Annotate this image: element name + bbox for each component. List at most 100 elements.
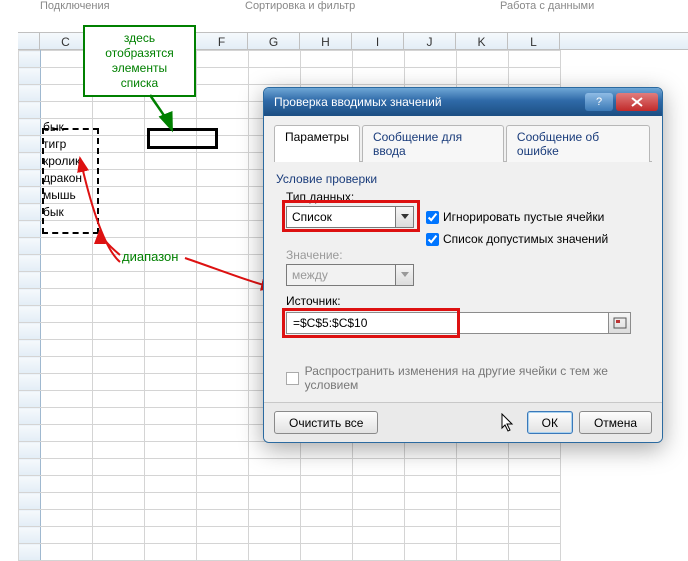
cell[interactable] <box>93 221 145 238</box>
col-header[interactable]: L <box>508 33 560 49</box>
cell[interactable] <box>457 459 509 476</box>
cell[interactable]: дракон <box>41 170 93 187</box>
ignore-blank-input[interactable] <box>426 211 439 224</box>
cell[interactable] <box>197 187 249 204</box>
cell[interactable] <box>197 68 249 85</box>
cell[interactable] <box>249 68 301 85</box>
cell[interactable] <box>41 306 93 323</box>
cell[interactable] <box>145 272 197 289</box>
cell[interactable] <box>197 221 249 238</box>
cell[interactable] <box>197 204 249 221</box>
cell[interactable] <box>457 68 509 85</box>
cell[interactable] <box>197 476 249 493</box>
cell[interactable] <box>197 136 249 153</box>
cell[interactable] <box>509 68 561 85</box>
cell[interactable] <box>93 170 145 187</box>
cell[interactable] <box>353 68 405 85</box>
cell[interactable] <box>353 493 405 510</box>
cell[interactable] <box>301 510 353 527</box>
col-header[interactable]: I <box>352 33 404 49</box>
cell[interactable] <box>197 340 249 357</box>
clear-all-button[interactable]: Очистить все <box>274 411 378 434</box>
cell[interactable] <box>93 306 145 323</box>
cell[interactable] <box>145 136 197 153</box>
cell[interactable] <box>93 510 145 527</box>
cell[interactable] <box>41 408 93 425</box>
cell[interactable] <box>197 51 249 68</box>
cell[interactable] <box>41 255 93 272</box>
cell[interactable] <box>197 527 249 544</box>
ok-button[interactable]: ОК <box>527 411 573 434</box>
cell[interactable] <box>145 425 197 442</box>
cell[interactable] <box>93 204 145 221</box>
cell[interactable] <box>197 459 249 476</box>
cell[interactable] <box>145 442 197 459</box>
cell[interactable] <box>249 527 301 544</box>
cell[interactable] <box>145 459 197 476</box>
cell[interactable] <box>197 323 249 340</box>
cell[interactable]: кролик <box>41 153 93 170</box>
cell[interactable] <box>41 391 93 408</box>
cell[interactable] <box>197 510 249 527</box>
cell[interactable] <box>93 119 145 136</box>
cell[interactable] <box>405 68 457 85</box>
cell[interactable] <box>509 527 561 544</box>
cell[interactable] <box>197 493 249 510</box>
dialog-titlebar[interactable]: Проверка вводимых значений ? <box>264 88 662 116</box>
col-header[interactable]: K <box>456 33 508 49</box>
cell[interactable] <box>197 391 249 408</box>
cell[interactable] <box>93 476 145 493</box>
ignore-blank-checkbox[interactable]: Игнорировать пустые ячейки <box>426 210 604 224</box>
cell[interactable] <box>353 476 405 493</box>
cell[interactable] <box>93 442 145 459</box>
cell[interactable] <box>353 459 405 476</box>
cell[interactable] <box>41 476 93 493</box>
cell[interactable] <box>145 153 197 170</box>
cell[interactable] <box>145 306 197 323</box>
cell[interactable] <box>197 357 249 374</box>
cell[interactable] <box>41 510 93 527</box>
cell[interactable] <box>41 459 93 476</box>
cell[interactable] <box>197 425 249 442</box>
col-header[interactable]: G <box>248 33 300 49</box>
cell[interactable] <box>93 391 145 408</box>
cell[interactable] <box>405 510 457 527</box>
cell[interactable] <box>145 204 197 221</box>
cell[interactable] <box>197 153 249 170</box>
cell[interactable] <box>41 493 93 510</box>
cell[interactable] <box>197 306 249 323</box>
cell[interactable] <box>301 476 353 493</box>
tab-error-alert[interactable]: Сообщение об ошибке <box>506 125 650 162</box>
cell[interactable] <box>353 510 405 527</box>
cell[interactable] <box>197 102 249 119</box>
cell[interactable] <box>145 119 197 136</box>
cell[interactable] <box>93 289 145 306</box>
cell[interactable] <box>353 527 405 544</box>
cell[interactable] <box>93 153 145 170</box>
cell[interactable] <box>197 85 249 102</box>
cell[interactable] <box>41 357 93 374</box>
cell[interactable] <box>457 493 509 510</box>
cell[interactable] <box>197 170 249 187</box>
cell[interactable] <box>41 442 93 459</box>
cell[interactable] <box>93 425 145 442</box>
cell[interactable] <box>93 272 145 289</box>
cell[interactable] <box>197 289 249 306</box>
cell[interactable] <box>41 289 93 306</box>
tab-parameters[interactable]: Параметры <box>274 125 360 162</box>
cell[interactable] <box>93 187 145 204</box>
cell[interactable] <box>457 442 509 459</box>
cell[interactable] <box>41 221 93 238</box>
allow-type-combo[interactable]: Список <box>286 206 414 228</box>
cell[interactable] <box>301 442 353 459</box>
cell[interactable] <box>457 51 509 68</box>
cell[interactable] <box>249 493 301 510</box>
cell[interactable] <box>145 221 197 238</box>
help-button[interactable]: ? <box>585 93 613 111</box>
cell[interactable] <box>41 374 93 391</box>
tab-input-message[interactable]: Сообщение для ввода <box>362 125 504 162</box>
cell[interactable] <box>197 238 249 255</box>
source-input[interactable] <box>287 316 608 330</box>
cell[interactable] <box>145 170 197 187</box>
cell[interactable] <box>509 51 561 68</box>
